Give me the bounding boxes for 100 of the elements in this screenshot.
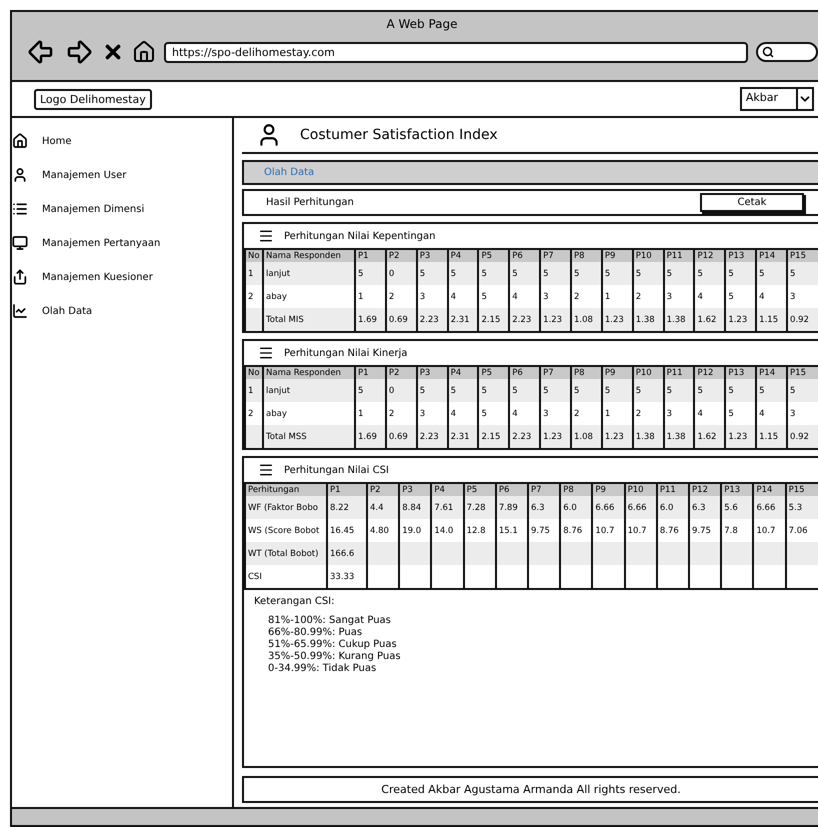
table-cell: 5	[728, 268, 734, 278]
column-header: P5	[464, 484, 496, 496]
column-header: Nama Responden	[263, 367, 355, 379]
column-header: P13	[721, 484, 754, 496]
table-cell: 5	[604, 268, 610, 278]
footer: Created Akbar Agustama Armanda All rights reserved.	[242, 776, 818, 803]
sidebar-item[interactable]: Manajemen User	[12, 158, 232, 192]
print-button[interactable]: Cetak	[700, 193, 804, 212]
table-cell: 5	[728, 408, 734, 418]
table-cell: 4	[512, 408, 518, 418]
sidebar-item[interactable]: Home	[12, 124, 232, 158]
sidebar-item[interactable]: Olah Data	[12, 294, 232, 328]
column-header: P11	[664, 250, 694, 262]
table-cell: 2.23	[512, 432, 532, 442]
window-title: A Web Page	[385, 16, 459, 31]
sidebar-item[interactable]: Manajemen Pertanyaan	[12, 226, 232, 260]
table-cell: 2.23	[420, 314, 439, 324]
table-cell: 5	[790, 268, 796, 278]
table-cell: 10.7	[595, 526, 614, 536]
column-header: Perhitungan	[245, 484, 327, 496]
table-cell: 2.31	[450, 432, 470, 442]
table-cell: 1	[358, 292, 364, 302]
table-cell: 5	[512, 386, 518, 396]
menu-icon[interactable]	[258, 345, 274, 361]
table-cell: 5	[574, 268, 580, 278]
column-header: P3	[399, 484, 432, 496]
table-cell: 4	[450, 408, 456, 418]
table-cell: CSI	[248, 572, 262, 582]
column-header: P5	[478, 250, 510, 262]
table-cell: 7.89	[498, 502, 518, 512]
column-header: P14	[756, 367, 788, 379]
table-cell: 6.3	[692, 502, 706, 512]
table-cell: 5	[666, 386, 672, 396]
table-cell: 6.66	[595, 502, 614, 512]
table-cell: 0.92	[790, 314, 809, 324]
table-cell: 3	[543, 408, 549, 418]
table-cell: 2	[636, 408, 642, 418]
table-cell: 12.8	[466, 526, 486, 536]
table-cell: 1.62	[697, 314, 716, 324]
table-cell: 0	[388, 386, 394, 396]
column-header: P1	[355, 250, 386, 262]
table-cell: 1.08	[574, 314, 593, 324]
section-title: Perhitungan Nilai Kinerja	[284, 348, 408, 358]
table-cell: 1	[248, 386, 254, 396]
column-header: P9	[602, 367, 633, 379]
table-cell: 5.6	[724, 502, 738, 512]
table-cell: 7.8	[724, 526, 738, 536]
table-cell: 4.80	[370, 526, 389, 536]
sidebar-item[interactable]: Manajemen Dimensi	[12, 192, 232, 226]
table-cell: 33.33	[330, 572, 354, 582]
table-cell: 3	[420, 292, 426, 302]
table-cell: 4	[697, 408, 703, 418]
column-header: P4	[431, 484, 464, 496]
table-cell: 1.15	[759, 432, 778, 442]
column-header: Nama Responden	[263, 250, 355, 262]
column-header: P8	[571, 250, 602, 262]
table-cell: 1.69	[358, 432, 377, 442]
column-header: P14	[753, 484, 786, 496]
menu-icon[interactable]	[258, 462, 274, 478]
column-header: P12	[689, 484, 722, 496]
table-cell: lanjut	[266, 386, 290, 396]
url-field[interactable]: https://spo-delihomestay.com	[164, 42, 748, 62]
table-cell: 5	[604, 386, 610, 396]
user-dropdown[interactable]: Akbar	[740, 87, 814, 111]
table-cell: 5	[728, 292, 734, 302]
sidebar-item[interactable]: Manajemen Kuesioner	[12, 260, 232, 294]
home-icon[interactable]	[132, 40, 156, 64]
search-field[interactable]	[756, 42, 818, 62]
table-cell: 1.38	[666, 314, 686, 324]
table-cell: 7.28	[466, 502, 486, 512]
table-cell: 5	[543, 386, 549, 396]
logo: Logo Delihomestay	[34, 88, 152, 110]
column-header: P13	[725, 367, 756, 379]
menu-icon[interactable]	[258, 228, 274, 244]
table-cell: 6.0	[660, 502, 674, 512]
column-header: P10	[632, 367, 664, 379]
table-cell: 1	[604, 408, 610, 418]
table-cell: 16.45	[330, 526, 354, 536]
table-cell: 8.22	[330, 502, 349, 512]
table-cell: 4	[697, 292, 703, 302]
table-cell: abay	[266, 292, 287, 302]
table-cell: 2.23	[420, 432, 439, 442]
table-cell: 1.38	[666, 432, 686, 442]
table-cell: 2	[574, 408, 580, 418]
legend-line: 81%-100%: Sangat Puas	[267, 615, 392, 627]
table-cell: 5	[450, 268, 456, 278]
table-cell: WT (Total Bobot)	[248, 548, 318, 558]
column-header: P2	[386, 367, 417, 379]
table-cell: 4	[759, 292, 765, 302]
column-header: P8	[560, 484, 592, 496]
table-cell: 8.76	[563, 526, 582, 536]
table-cell: 5	[481, 408, 487, 418]
table-cell: 15.1	[498, 526, 518, 536]
table-cell: 5	[728, 386, 734, 396]
column-header: P1	[355, 367, 386, 379]
table-cell: 5	[759, 268, 765, 278]
column-header: P1	[327, 484, 367, 496]
table-cell: 3	[666, 292, 672, 302]
table-cell: 5	[636, 386, 642, 396]
table-cell: 5	[481, 292, 487, 302]
